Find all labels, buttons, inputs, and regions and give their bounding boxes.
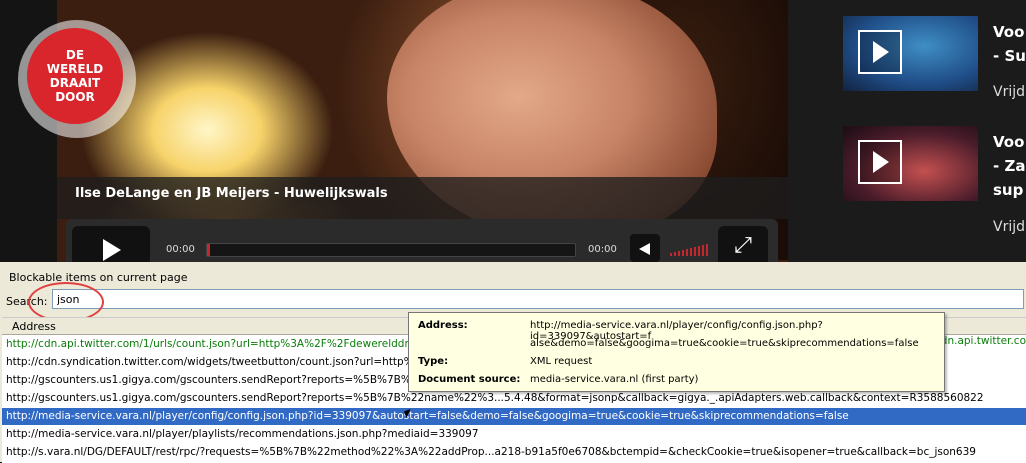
tooltip-address-label: Address: — [418, 320, 468, 331]
related-title-line: - Za — [993, 157, 1026, 175]
logo-line: DRAAIT — [49, 76, 101, 90]
logo-line: WERELD — [46, 62, 104, 76]
related-thumb[interactable] — [843, 126, 978, 201]
logo-line: DE — [65, 48, 85, 62]
panel-title: Blockable items on current page — [9, 271, 188, 284]
related-date: Vrijd — [993, 219, 1025, 235]
search-input[interactable] — [52, 289, 1024, 309]
play-icon — [103, 239, 121, 261]
fullscreen-icon: ⤢ — [734, 233, 752, 258]
tooltip-source-label: Document source: — [418, 374, 521, 385]
tooltip-source-value: media-service.vara.nl (first party) — [530, 374, 699, 385]
mute-button[interactable] — [630, 234, 660, 262]
play-icon — [858, 30, 902, 74]
play-button[interactable] — [72, 226, 150, 262]
speaker-icon — [639, 243, 650, 255]
list-item-overflow: dn.api.twitter.co — [938, 335, 1026, 347]
logo-line: DOOR — [55, 90, 95, 104]
related-title-line: Voo — [993, 23, 1025, 41]
tooltip-type-label: Type: — [418, 356, 449, 367]
video-page: DE WERELD DRAAIT DOOR Ilse DeLange en JB… — [0, 0, 1026, 262]
tooltip-address-value-cont: alse&demo=false&googima=true&cookie=true… — [530, 338, 919, 349]
item-tooltip: Address: http://media-service.vara.nl/pl… — [408, 312, 945, 392]
total-time: 00:00 — [588, 244, 617, 255]
tooltip-type-value: XML request — [530, 356, 593, 367]
list-item-selected[interactable]: http://media-service.vara.nl/player/conf… — [2, 408, 1026, 425]
progress-knob[interactable] — [207, 244, 210, 256]
related-thumb[interactable] — [843, 16, 978, 91]
dwdd-logo[interactable]: DE WERELD DRAAIT DOOR — [27, 28, 123, 124]
related-title-line: Voo — [993, 133, 1025, 151]
related-title-line: sup — [993, 181, 1024, 199]
play-icon — [858, 140, 902, 184]
current-time: 00:00 — [166, 244, 195, 255]
annotation-circle — [28, 282, 104, 322]
related-date: Vrijd — [993, 84, 1025, 100]
related-title[interactable]: Voo - Su — [993, 20, 1026, 68]
progress-bar[interactable] — [206, 243, 576, 257]
list-item[interactable]: http://gscounters.us1.gigya.com/gscounte… — [2, 390, 1026, 407]
column-header-label: Address — [12, 320, 56, 333]
list-item[interactable]: http://s.vara.nl/DG/DEFAULT/rest/rpc/?re… — [2, 444, 1026, 461]
volume-slider[interactable] — [670, 240, 712, 256]
list-item[interactable]: http://media-service.vara.nl/player/play… — [2, 426, 1026, 443]
video-title: Ilse DeLange en JB Meijers - Huwelijkswa… — [75, 186, 388, 201]
related-title-line: - Su — [993, 47, 1026, 65]
related-title[interactable]: Voo - Za sup — [993, 130, 1025, 202]
fullscreen-button[interactable]: ⤢ — [718, 226, 768, 262]
